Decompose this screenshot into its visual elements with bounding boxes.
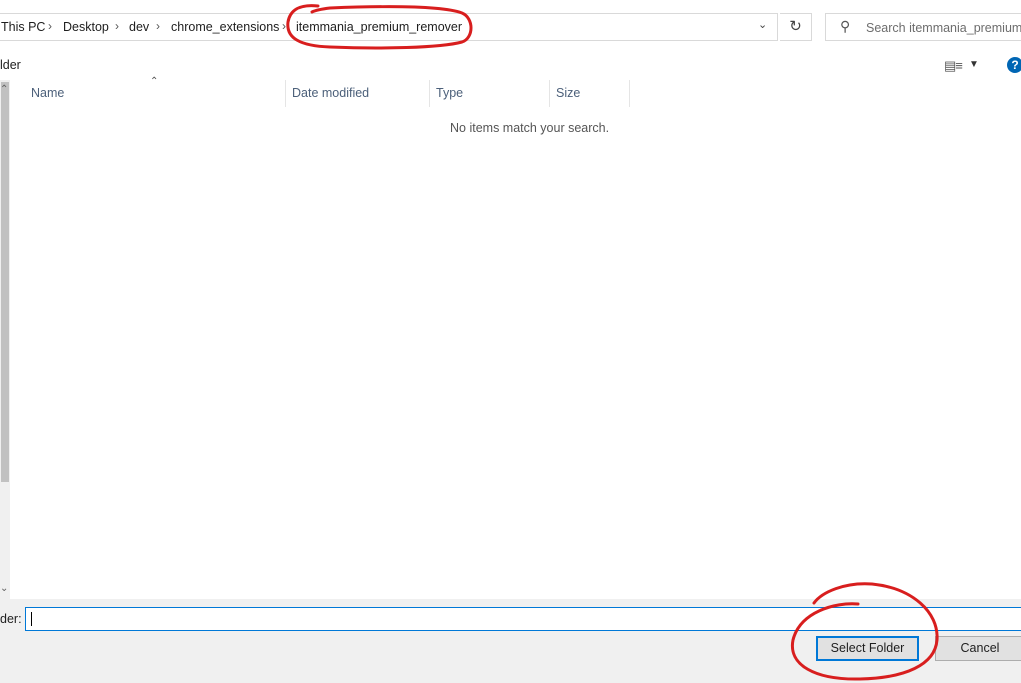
search-input[interactable]: ⚲ Search itemmania_premium... — [825, 13, 1021, 41]
empty-folder-message: No items match your search. — [450, 121, 610, 135]
scroll-up-icon[interactable]: ⌃ — [0, 84, 8, 95]
scrollbar-thumb[interactable] — [1, 82, 9, 482]
folder-name-input[interactable] — [25, 607, 1021, 631]
details-view-icon[interactable]: ▤≡ — [944, 58, 963, 74]
refresh-icon: ↻ — [789, 18, 802, 35]
breadcrumb-this-pc[interactable]: This PC — [1, 20, 45, 34]
breadcrumb-chrome-extensions[interactable]: chrome_extensions — [171, 20, 279, 34]
search-icon: ⚲ — [840, 18, 851, 34]
address-bar[interactable]: This PC › Desktop › dev › chrome_extensi… — [0, 13, 778, 41]
view-dropdown-icon[interactable]: ▼ — [969, 59, 979, 70]
column-header-type[interactable]: Type — [430, 80, 550, 107]
chevron-down-icon[interactable]: ⌄ — [758, 18, 767, 31]
file-list[interactable] — [0, 80, 1021, 599]
breadcrumb-separator[interactable]: › — [282, 19, 286, 33]
breadcrumb-separator[interactable]: › — [156, 19, 160, 33]
refresh-button[interactable]: ↻ — [780, 13, 812, 41]
breadcrumb-separator[interactable]: › — [115, 19, 119, 33]
breadcrumb-dev[interactable]: dev — [129, 20, 149, 34]
column-header-date-modified[interactable]: Date modified — [286, 80, 430, 107]
breadcrumb-desktop[interactable]: Desktop — [63, 20, 109, 34]
breadcrumb-separator[interactable]: › — [48, 19, 52, 33]
column-header-size[interactable]: Size — [550, 80, 630, 107]
search-placeholder: Search itemmania_premium... — [866, 21, 1021, 35]
select-folder-button[interactable]: Select Folder — [816, 636, 919, 661]
new-folder-button[interactable]: lder — [0, 58, 21, 72]
sort-ascending-icon: ⌃ — [150, 76, 159, 87]
folder-field-label: der: — [0, 612, 22, 626]
breadcrumb-current-folder[interactable]: itemmania_premium_remover — [296, 20, 462, 34]
help-icon[interactable]: ? — [1007, 57, 1021, 73]
cancel-button[interactable]: Cancel — [935, 636, 1021, 661]
text-caret — [31, 612, 32, 626]
scroll-down-icon[interactable]: ⌄ — [0, 583, 8, 594]
